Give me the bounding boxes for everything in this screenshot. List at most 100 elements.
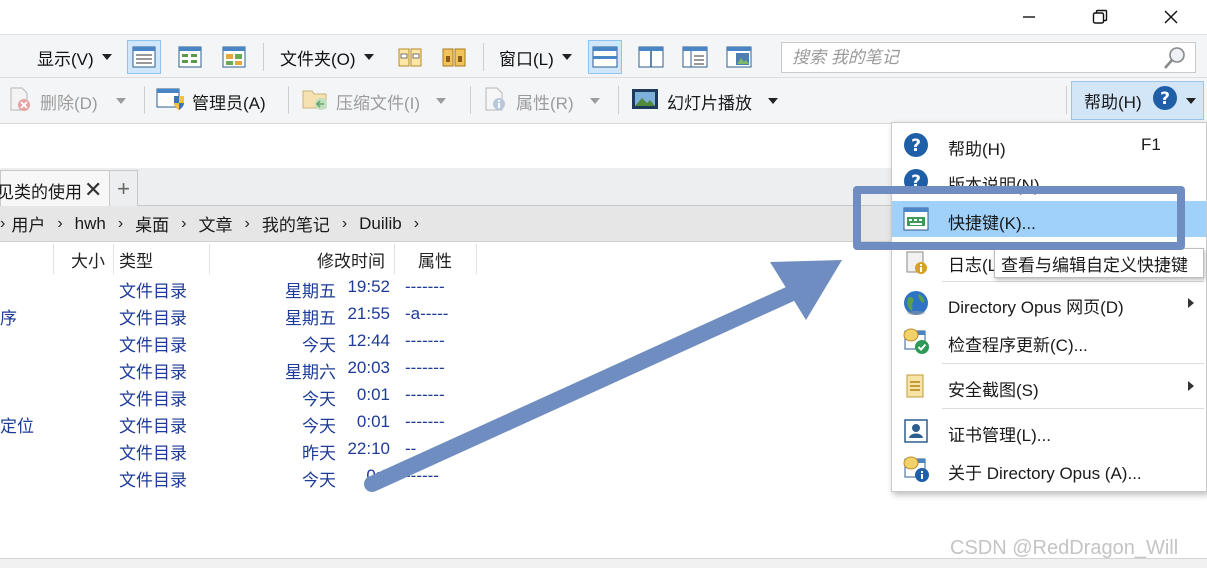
- toolbar-divider: [263, 43, 264, 71]
- file-time: 0:01: [356, 412, 390, 431]
- toolbar-divider: [483, 43, 484, 71]
- table-row[interactable]: 文件目录 星期六 20:03 -------: [0, 356, 890, 383]
- column-divider: [53, 244, 54, 274]
- chevron-right-icon: ›: [413, 214, 420, 232]
- compress-button[interactable]: 压缩文件(I): [302, 78, 447, 124]
- breadcrumb-item[interactable]: 文章: [199, 211, 233, 236]
- admin-button[interactable]: 管理员(A): [156, 78, 266, 124]
- file-day: 星期五: [285, 282, 336, 301]
- watermark: CSDN @RedDragon_Will: [950, 537, 1179, 559]
- properties-button[interactable]: 属性(R): [484, 78, 600, 124]
- help-button[interactable]: 帮助(H) ?: [1071, 81, 1204, 120]
- thumbnail-view-icon[interactable]: [217, 40, 251, 74]
- column-divider: [113, 244, 114, 274]
- file-time: 12:44: [347, 331, 390, 350]
- column-divider: [476, 244, 477, 274]
- admin-label: 管理员(A): [192, 93, 266, 113]
- file-attr: ------: [405, 466, 439, 485]
- dual-pane-icon[interactable]: [634, 40, 668, 74]
- single-pane-icon[interactable]: [588, 40, 622, 74]
- minimize-icon[interactable]: [1005, 0, 1053, 34]
- table-row[interactable]: 文件目录 昨天 22:10 --: [0, 437, 890, 464]
- chevron-right-icon: ›: [0, 214, 6, 232]
- menu-item-secure-screenshot[interactable]: 安全截图(S): [892, 368, 1206, 404]
- search-box[interactable]: [781, 42, 1196, 73]
- main-toolbar: 显示(V) 文件夹(O) 窗口(L): [0, 34, 1207, 78]
- menu-divider: [942, 281, 1204, 282]
- file-day: 今天: [302, 471, 336, 490]
- slideshow-button[interactable]: 幻灯片播放: [631, 78, 778, 124]
- toolbar-divider: [618, 86, 619, 114]
- window-menu[interactable]: 窗口(L): [499, 35, 572, 79]
- help-question-icon: ?: [1152, 85, 1178, 116]
- search-icon[interactable]: [1163, 46, 1187, 75]
- list-view-icon[interactable]: [173, 40, 207, 74]
- column-divider: [394, 244, 395, 274]
- file-day: 星期六: [285, 363, 336, 382]
- breadcrumb-item[interactable]: hwh: [75, 214, 106, 234]
- menu-item-help[interactable]: ? 帮助(H) F1: [892, 127, 1206, 163]
- table-row[interactable]: 文件目录 星期五 19:52 -------: [0, 275, 890, 302]
- toolbar-divider: [144, 86, 145, 114]
- file-name: 定位: [0, 417, 34, 436]
- restore-icon[interactable]: [1076, 0, 1124, 34]
- close-icon[interactable]: [1147, 0, 1195, 34]
- toolbar-divider: [288, 86, 289, 114]
- svg-text:?: ?: [911, 136, 921, 156]
- properties-icon: [484, 86, 508, 117]
- add-tab-icon[interactable]: +: [110, 170, 138, 206]
- tab-label: 见类的使用: [0, 183, 82, 202]
- column-header-attributes[interactable]: 属性: [418, 244, 452, 274]
- chevron-down-icon: [768, 98, 778, 104]
- table-row[interactable]: 文件目录 今天 0:0 ------: [0, 464, 890, 491]
- column-header-type[interactable]: 类型: [119, 244, 153, 274]
- file-attr: -------: [405, 385, 445, 404]
- toolbar-divider: [1066, 86, 1067, 114]
- compress-folder-icon: [302, 86, 330, 117]
- folder-layout-icon[interactable]: [393, 40, 427, 74]
- help-question-icon: ?: [902, 131, 930, 159]
- folder-menu[interactable]: 文件夹(O): [280, 35, 374, 79]
- close-icon[interactable]: ✕: [84, 177, 102, 203]
- folder-tab[interactable]: 见类的使用 ✕: [0, 170, 110, 206]
- tree-pane-icon[interactable]: [678, 40, 712, 74]
- breadcrumb-item[interactable]: 我的笔记: [262, 211, 330, 236]
- folder-lock-icon[interactable]: [437, 40, 471, 74]
- menu-item-about[interactable]: 关于 Directory Opus (A)...: [892, 451, 1206, 487]
- column-header-modified[interactable]: 修改时间: [317, 244, 385, 274]
- globe-icon: [902, 289, 930, 317]
- chevron-down-icon: [1185, 97, 1196, 104]
- table-row[interactable]: 序 文件目录 星期五 21:55 -a-----: [0, 302, 890, 329]
- column-header-size[interactable]: 大小: [71, 244, 105, 274]
- details-view-icon[interactable]: [127, 40, 161, 74]
- properties-label: 属性(R): [516, 93, 574, 113]
- clipboard-icon: [902, 372, 930, 400]
- file-time: 0:0: [366, 466, 390, 485]
- log-icon: [902, 247, 930, 275]
- breadcrumb-item[interactable]: 桌面: [135, 211, 169, 236]
- file-time: 22:10: [347, 439, 390, 458]
- breadcrumb-item[interactable]: 用户: [11, 211, 45, 236]
- file-type: 文件目录: [119, 282, 187, 301]
- menu-item-website[interactable]: Directory Opus 网页(D): [892, 285, 1206, 321]
- display-menu[interactable]: 显示(V): [37, 35, 112, 79]
- menu-item-check-updates[interactable]: 检查程序更新(C)...: [892, 323, 1206, 359]
- table-row[interactable]: 定位 文件目录 今天 0:01 -------: [0, 410, 890, 437]
- file-name: 序: [0, 309, 17, 328]
- file-type: 文件目录: [119, 336, 187, 355]
- breadcrumb-item[interactable]: Duilib: [359, 214, 402, 234]
- file-time: 20:03: [347, 358, 390, 377]
- menu-item-certificate[interactable]: 证书管理(L)...: [892, 413, 1206, 449]
- chevron-down-icon: [589, 98, 600, 104]
- delete-label: 删除(D): [40, 93, 98, 113]
- table-row[interactable]: 文件目录 今天 12:44 -------: [0, 329, 890, 356]
- delete-button[interactable]: 删除(D): [8, 78, 126, 124]
- viewer-pane-icon[interactable]: [722, 40, 756, 74]
- file-type: 文件目录: [119, 390, 187, 409]
- chevron-right-icon: ›: [244, 214, 250, 232]
- table-row[interactable]: 文件目录 今天 0:01 -------: [0, 383, 890, 410]
- search-input[interactable]: [792, 47, 1162, 68]
- slideshow-icon: [631, 87, 659, 116]
- compress-label: 压缩文件(I): [336, 93, 421, 113]
- title-bar: [0, 0, 1207, 34]
